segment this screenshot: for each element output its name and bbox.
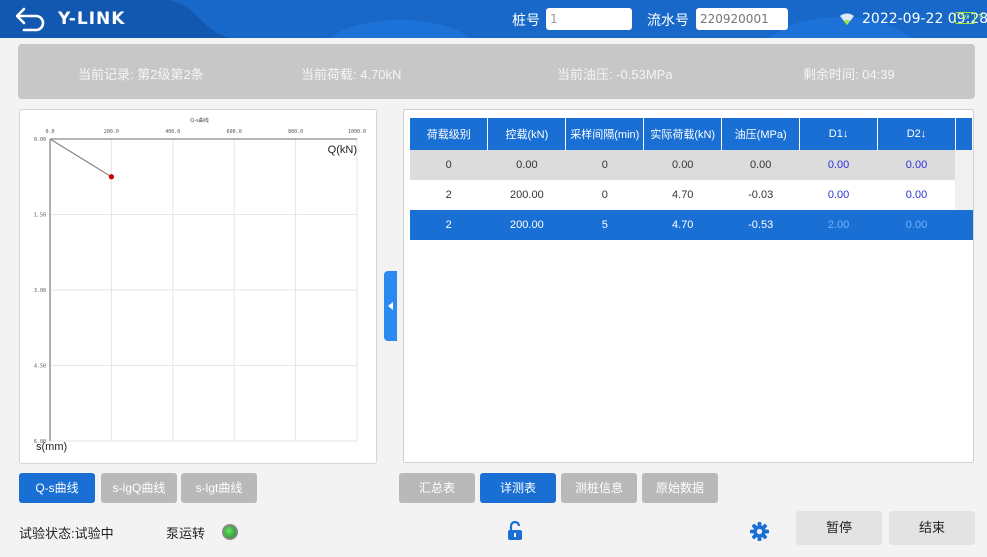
serial-number-input[interactable]: [696, 8, 788, 30]
series-line: [49, 138, 112, 178]
tab-slgt-curve[interactable]: s-lgt曲线: [181, 473, 257, 503]
table-row[interactable]: 0 0.00 0 0.00 0.00 0.00 0.00: [410, 150, 973, 180]
pump-status-label: 泵运转: [166, 526, 206, 541]
col-header-control-load: 控载(kN): [487, 118, 567, 150]
table-cell: 0.00: [721, 150, 800, 180]
table-cell: 0.00: [643, 150, 722, 180]
current-record: 当前记录: 第2级第2条: [78, 67, 204, 82]
charging-icon: ⚡: [977, 11, 985, 22]
remaining-time: 剩余时间: 04:39: [803, 67, 895, 82]
app-logo: Y-LINK: [58, 9, 126, 29]
table-cell: [955, 210, 973, 240]
col-header-oil-pressure: 油压(MPa): [721, 118, 801, 150]
table-header-row: 荷载级别 控载(kN) 采样间隔(min) 实际荷载(kN) 油压(MPa) D…: [410, 118, 973, 150]
table-cell: 0.00: [877, 180, 956, 210]
col-header-actual-load: 实际荷载(kN): [643, 118, 723, 150]
table-cell: 0.00: [877, 150, 956, 180]
col-header-sample-interval: 采样间隔(min): [565, 118, 645, 150]
table-cell: 200.00: [487, 210, 566, 240]
table-cell: 0.00: [799, 180, 878, 210]
app-window: Y-LINK 桩号 流水号 2022-09-22 09:28 50 ⚡ 当前记录…: [0, 0, 987, 557]
tab-detail-table[interactable]: 详测表: [480, 473, 556, 503]
x-tick-label: 1000.0: [348, 129, 366, 135]
tab-qs-curve[interactable]: Q-s曲线: [19, 473, 95, 503]
pile-number-input[interactable]: [546, 8, 632, 30]
table-cell: -0.03: [721, 180, 800, 210]
table-cell: 0: [410, 150, 488, 180]
status-bar: 当前记录: 第2级第2条 当前荷载: 4.70kN 当前油压: -0.53MPa…: [18, 44, 975, 99]
qs-chart: 0.0 200.0 400.0 600.0 800.0 1000.0 0.00 1.50 3.0…: [34, 117, 366, 453]
pause-button[interactable]: 暂停: [796, 511, 882, 545]
table-cell: 5: [565, 210, 644, 240]
signal-icon: [840, 13, 854, 25]
table-cell: 2: [410, 180, 488, 210]
tab-summary-table[interactable]: 汇总表: [399, 473, 475, 503]
table-cell: 0.00: [877, 210, 956, 240]
x-tick-label: 800.0: [288, 129, 303, 135]
end-button[interactable]: 结束: [889, 511, 975, 545]
y-tick-label: 3.00: [34, 288, 46, 294]
table-cell: [955, 150, 973, 180]
settings-gear-icon[interactable]: [750, 522, 769, 541]
x-tick-label: 0.0: [45, 129, 54, 135]
tab-raw-data[interactable]: 原始数据: [642, 473, 718, 503]
table-cell: 2.00: [799, 210, 878, 240]
current-load: 当前荷载: 4.70kN: [301, 67, 402, 82]
x-tick-label: 200.0: [104, 129, 119, 135]
y-tick-label: 4.50: [34, 364, 46, 370]
x-axis-label: Q(kN): [328, 144, 357, 156]
y-tick-label: 0.00: [34, 137, 46, 143]
y-tick-label: 1.50: [34, 213, 46, 219]
detail-table: 荷载级别 控载(kN) 采样间隔(min) 实际荷载(kN) 油压(MPa) D…: [410, 118, 973, 240]
x-tick-label: 400.0: [165, 129, 180, 135]
col-header-d1: D1↓: [799, 118, 879, 150]
table-cell: 4.70: [643, 180, 722, 210]
table-cell: 2: [410, 210, 488, 240]
battery-icon: 50: [955, 12, 975, 24]
table-cell: 200.00: [487, 180, 566, 210]
pile-number-label: 桩号: [512, 13, 540, 29]
chart-title: Q-s曲线: [190, 117, 208, 124]
serial-number-label: 流水号: [647, 13, 689, 29]
pump-status-indicator-icon: [222, 524, 238, 540]
test-status: 试验状态:试验中: [19, 526, 114, 541]
table-cell: [955, 180, 973, 210]
table-cell: 0: [565, 150, 644, 180]
unlock-icon[interactable]: [507, 521, 523, 541]
tab-pile-info[interactable]: 测桩信息: [561, 473, 637, 503]
table-row[interactable]: 2 200.00 0 4.70 -0.03 0.00 0.00: [410, 180, 973, 210]
col-header-d2: D2↓: [877, 118, 956, 150]
table-cell: -0.53: [721, 210, 800, 240]
y-axis-label: s(mm): [36, 441, 67, 453]
qs-chart-panel: 0.0 200.0 400.0 600.0 800.0 1000.0 0.00 1.50 3.0…: [19, 109, 377, 464]
table-cell: 0.00: [487, 150, 566, 180]
tab-slgq-curve[interactable]: s-lgQ曲线: [101, 473, 177, 503]
table-cell: 0: [565, 180, 644, 210]
data-point: [108, 174, 114, 180]
collapse-panel-toggle[interactable]: [384, 271, 397, 341]
back-arrow-icon[interactable]: [14, 5, 48, 33]
col-header-spacer: [955, 118, 973, 150]
detail-table-panel: 荷载级别 控载(kN) 采样间隔(min) 实际荷载(kN) 油压(MPa) D…: [403, 109, 974, 463]
x-tick-label: 600.0: [227, 129, 242, 135]
col-header-load-level: 荷载级别: [410, 118, 489, 150]
top-bar: Y-LINK 桩号 流水号 2022-09-22 09:28 50 ⚡: [0, 0, 987, 38]
table-cell: 0.00: [799, 150, 878, 180]
table-cell: 4.70: [643, 210, 722, 240]
current-oil-pressure: 当前油压: -0.53MPa: [557, 67, 673, 82]
table-row-selected[interactable]: 2 200.00 5 4.70 -0.53 2.00 0.00: [410, 210, 973, 240]
